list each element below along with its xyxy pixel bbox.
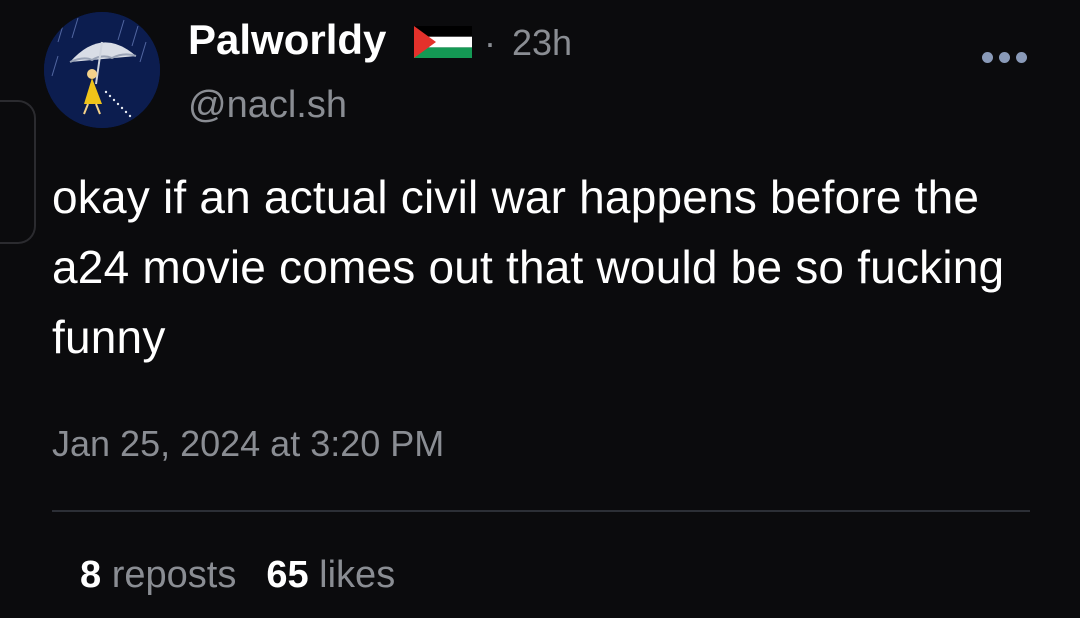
thread-edge-indicator xyxy=(0,100,36,244)
avatar[interactable] xyxy=(44,12,160,128)
reposts-count: 8 xyxy=(80,554,102,596)
relative-timestamp[interactable]: 23h xyxy=(512,18,572,68)
post-body-text: okay if an actual civil war happens befo… xyxy=(52,171,1005,363)
umbrella-girl-avatar-icon xyxy=(44,12,160,128)
more-horizontal-icon xyxy=(981,51,993,63)
post-stats: 8 reposts 65 likes xyxy=(80,550,395,600)
more-options-button[interactable] xyxy=(974,40,1034,74)
post-date: Jan 25, 2024 at 3:20 PM xyxy=(52,423,445,464)
post-thread-view: Palworldy · 23h @nacl.sh okay if an actu… xyxy=(0,0,1080,618)
divider xyxy=(52,510,1030,512)
reposts-label: reposts xyxy=(111,554,237,596)
reposts-stat[interactable]: 8 reposts xyxy=(80,550,236,600)
separator-dot: · xyxy=(484,22,496,63)
author-display-name[interactable]: Palworldy xyxy=(188,14,386,66)
likes-stat[interactable]: 65 likes xyxy=(266,550,395,600)
palestine-flag-icon xyxy=(414,26,472,58)
likes-count: 65 xyxy=(266,554,309,596)
author-handle[interactable]: @nacl.sh xyxy=(188,80,347,130)
more-horizontal-icon xyxy=(1015,51,1027,63)
more-horizontal-icon xyxy=(998,51,1010,63)
likes-label: likes xyxy=(319,554,396,596)
